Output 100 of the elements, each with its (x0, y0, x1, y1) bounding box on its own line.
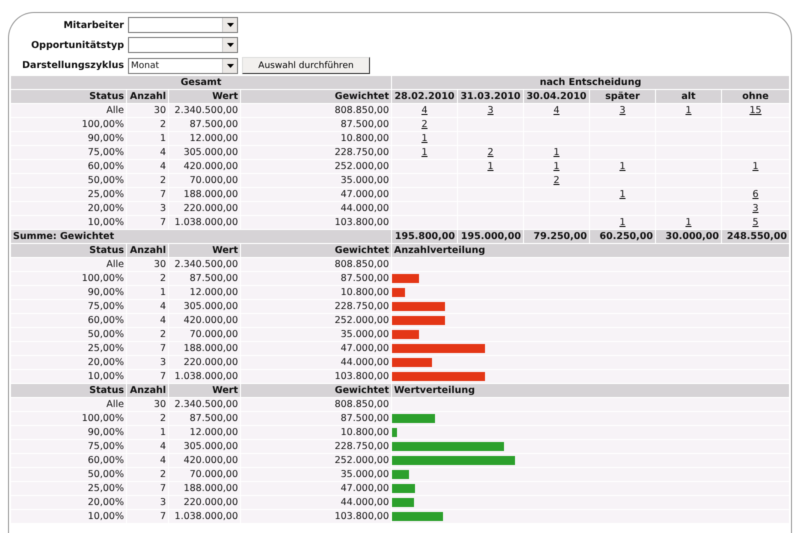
count-link[interactable]: 3 (487, 105, 494, 116)
count-cell: 2 (127, 174, 168, 187)
total-cell: 248.550,00 (722, 230, 789, 243)
weighted-cell: 35.000,00 (241, 328, 391, 341)
weighted-cell: 103.800,00 (241, 510, 391, 523)
status-cell: 90,00% (11, 132, 126, 145)
weighted-cell: 103.800,00 (241, 370, 391, 383)
count-cell: 4 (127, 314, 168, 327)
count-link[interactable]: 2 (553, 175, 560, 186)
weighted-cell: 252.000,00 (241, 454, 391, 467)
weighted-cell: 808.850,00 (241, 104, 391, 117)
count-link[interactable]: 15 (749, 105, 762, 116)
weighted-cell: 44.000,00 (241, 496, 391, 509)
value-cell: 420.000,00 (169, 454, 240, 467)
value-cell: 188.000,00 (169, 482, 240, 495)
weighted-cell: 252.000,00 (241, 314, 391, 327)
status-cell: 20,00% (11, 356, 126, 369)
count-cell: 7 (127, 510, 168, 523)
count-link[interactable]: 1 (619, 161, 626, 172)
count-cell: 1 (127, 426, 168, 439)
column-header: Wert (169, 90, 240, 103)
column-header: 28.02.2010 (392, 90, 457, 103)
count-link[interactable]: 3 (752, 203, 759, 214)
count-cell: 1 (127, 132, 168, 145)
dropdown-field[interactable] (128, 37, 238, 53)
count-link[interactable]: 1 (752, 161, 759, 172)
count-cell: 3 (127, 356, 168, 369)
table-cell (458, 216, 523, 229)
value-cell: 420.000,00 (169, 160, 240, 173)
count-cell: 3 (127, 496, 168, 509)
column-header: Gewichtet (241, 244, 391, 257)
value-cell: 70.000,00 (169, 468, 240, 481)
dropdown-field[interactable] (128, 17, 238, 33)
column-header: Gewichtet (241, 90, 391, 103)
column-header: Wert (169, 244, 240, 257)
count-cell: 4 (127, 160, 168, 173)
count-cell: 7 (127, 482, 168, 495)
count-cell: 30 (127, 258, 168, 271)
count-link[interactable]: 2 (421, 119, 428, 130)
status-cell: 60,00% (11, 160, 126, 173)
count-cell: 2 (127, 118, 168, 131)
value-cell: 70.000,00 (169, 328, 240, 341)
weighted-cell: 808.850,00 (241, 258, 391, 271)
value-cell: 305.000,00 (169, 440, 240, 453)
column-header: Anzahl (127, 90, 168, 103)
status-cell: 10,00% (11, 370, 126, 383)
count-link[interactable]: 3 (619, 105, 626, 116)
column-header: Status (11, 384, 126, 397)
column-header: alt (656, 90, 721, 103)
count-link[interactable]: 1 (421, 133, 428, 144)
count-link[interactable]: 4 (553, 105, 560, 116)
count-link[interactable]: 1 (685, 217, 692, 228)
column-header: 30.04.2010 (524, 90, 589, 103)
value-cell: 2.340.500,00 (169, 104, 240, 117)
count-link[interactable]: 1 (619, 189, 626, 200)
value-cell: 1.038.000,00 (169, 510, 240, 523)
column-header: Status (11, 90, 126, 103)
count-link[interactable]: 2 (487, 147, 494, 158)
total-cell: 195.000,00 (458, 230, 523, 243)
count-link[interactable]: 1 (619, 217, 626, 228)
count-link[interactable]: 6 (752, 189, 759, 200)
count-cell: 4 (127, 146, 168, 159)
value-cell: 2.340.500,00 (169, 398, 240, 411)
weighted-cell: 10.800,00 (241, 286, 391, 299)
count-link[interactable]: 1 (553, 161, 560, 172)
count-cell: 2 (127, 328, 168, 341)
count-link[interactable]: 1 (553, 147, 560, 158)
column-header: Anzahl (127, 384, 168, 397)
weighted-cell: 10.800,00 (241, 132, 391, 145)
count-link[interactable]: 1 (421, 147, 428, 158)
status-cell: Alle (11, 398, 126, 411)
weighted-cell: 228.750,00 (241, 300, 391, 313)
column-header: Wert (169, 384, 240, 397)
count-cell: 2 (127, 272, 168, 285)
column-header: Gewichtet (241, 384, 391, 397)
status-cell: 75,00% (11, 300, 126, 313)
status-cell: Alle (11, 258, 126, 271)
count-cell: 2 (127, 468, 168, 481)
status-cell: 10,00% (11, 510, 126, 523)
total-cell: 60.250,00 (590, 230, 655, 243)
count-cell: 7 (127, 370, 168, 383)
status-cell: 60,00% (11, 314, 126, 327)
weighted-cell: 87.500,00 (241, 118, 391, 131)
dropdown-field[interactable]: Monat (128, 58, 238, 74)
weighted-cell: 44.000,00 (241, 356, 391, 369)
count-cell: 2 (127, 412, 168, 425)
weighted-cell: 228.750,00 (241, 440, 391, 453)
weighted-cell: 47.000,00 (241, 482, 391, 495)
count-link[interactable]: 1 (685, 105, 692, 116)
count-link[interactable]: 4 (421, 105, 428, 116)
filter-label: Opportunitätstyp (30, 40, 124, 50)
weighted-cell: 87.500,00 (241, 412, 391, 425)
table-cell (392, 216, 457, 229)
count-link[interactable]: 1 (487, 161, 494, 172)
value-cell: 2.340.500,00 (169, 258, 240, 271)
status-cell: 60,00% (11, 454, 126, 467)
count-link[interactable]: 5 (752, 217, 759, 228)
count-cell: 7 (127, 216, 168, 229)
value-cell: 87.500,00 (169, 272, 240, 285)
apply-button[interactable]: Auswahl durchführen (242, 57, 370, 74)
